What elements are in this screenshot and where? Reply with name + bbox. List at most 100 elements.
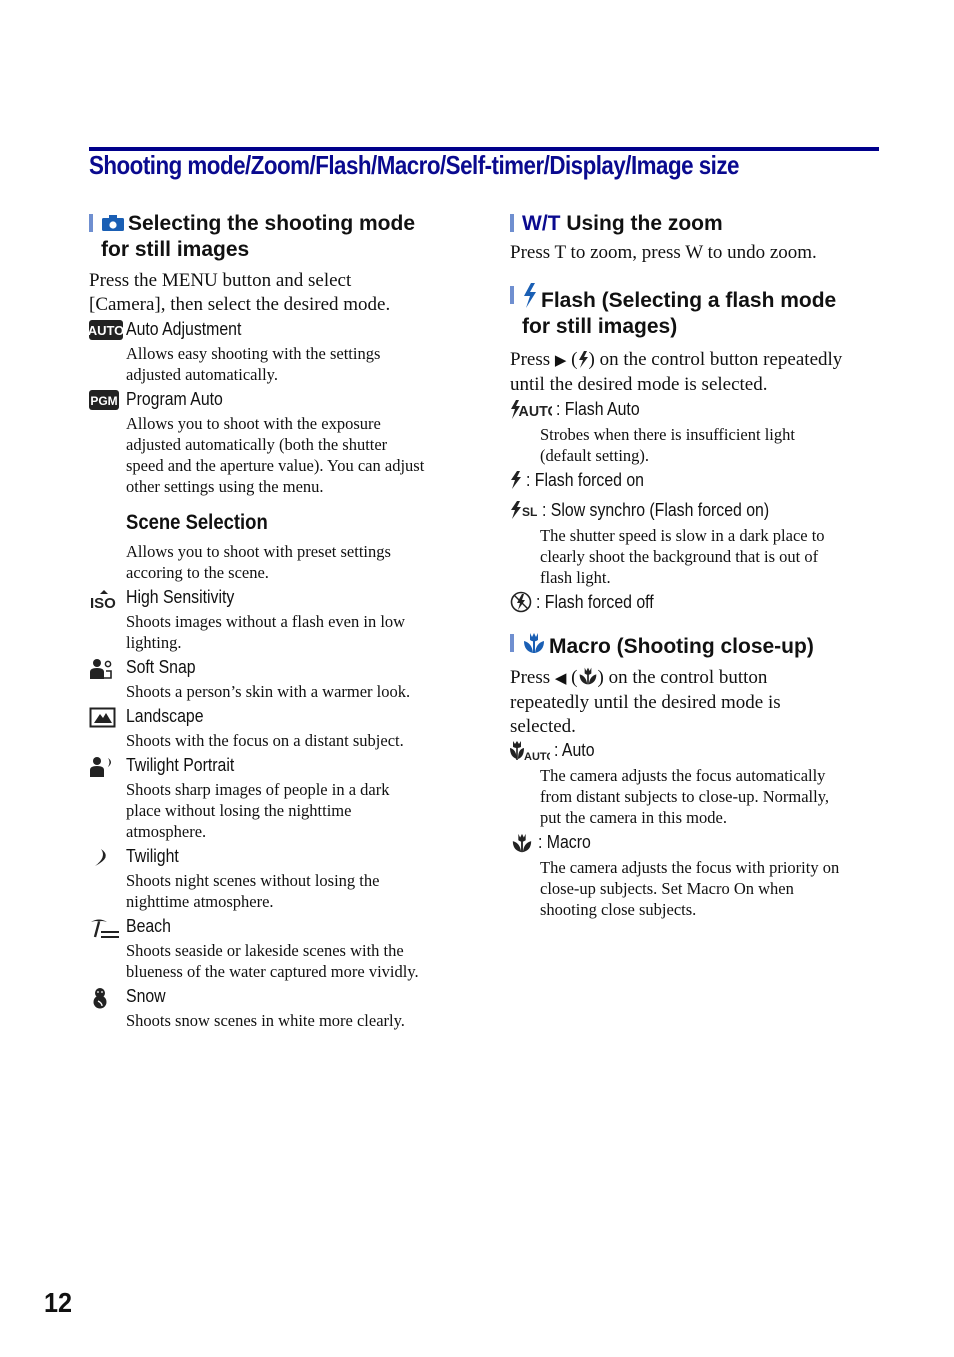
desc-line: Shoots sharp images of people in a dark xyxy=(126,780,390,799)
landscape-icon xyxy=(89,707,121,728)
desc-line: The shutter speed is slow in a dark plac… xyxy=(540,525,825,545)
desc-line: Allows you to shoot with preset settings xyxy=(126,542,391,561)
section-bar xyxy=(510,633,514,652)
flash-intro: Press ▶ () on the control button repeate… xyxy=(510,348,843,396)
shooting-mode-heading: Selecting the shooting mode for still im… xyxy=(89,211,464,263)
camera-icon xyxy=(101,214,125,232)
desc-line: Shoots snow scenes in white more clearly… xyxy=(126,1011,405,1030)
left-arrow-icon: ◀ xyxy=(554,670,567,687)
macro-mode-on: : Macro xyxy=(510,831,882,855)
macro-glyph-icon xyxy=(578,666,598,686)
desc-line: Shoots with the focus on a distant subje… xyxy=(126,731,404,750)
high-iso-icon: ISO xyxy=(89,588,121,610)
heading-text-line2: for still images) xyxy=(522,314,678,338)
intro-line: [Camera], then select the desired mode. xyxy=(89,293,391,315)
page-number: 12 xyxy=(44,1287,73,1318)
scene-label: Twilight Portrait xyxy=(126,755,235,775)
flash-on-icon xyxy=(510,471,522,489)
heading-text: Flash (Selecting a flash mode xyxy=(541,288,837,312)
mode-label: Auto Adjustment xyxy=(126,319,242,339)
desc-line: Shoots a person’s skin with a warmer loo… xyxy=(126,682,411,701)
desc-line: from distant subjects to close-up. Norma… xyxy=(540,787,829,806)
flash-mode-off: : Flash forced off xyxy=(510,591,882,615)
intro-line: until the desired mode is selected. xyxy=(510,374,768,395)
mode-auto-adjustment: AUTO Auto Adjustment xyxy=(89,318,464,342)
scene-desc: Shoots with the focus on a distant subje… xyxy=(126,730,464,751)
scene-desc: Shoots images without a flash even in lo… xyxy=(126,611,464,653)
mode-label: Program Auto xyxy=(126,389,223,409)
intro-rest: on the control button repeatedly xyxy=(599,348,843,370)
macro-mode-auto: AUTO : Auto xyxy=(510,739,882,763)
macro-heading: Macro (Shooting close-up) xyxy=(510,631,882,660)
desc-line: clearly shoot the background that is out… xyxy=(540,546,819,566)
mode-desc: Allows you to shoot with the exposure ad… xyxy=(126,413,464,497)
scene-soft-snap: Soft Snap xyxy=(89,656,464,680)
scene-beach: Beach xyxy=(89,915,464,939)
scene-selection-desc: Allows you to shoot with preset settings… xyxy=(126,541,464,583)
scene-desc: Shoots night scenes without losing the n… xyxy=(126,870,464,912)
desc-line: Shoots images without a flash even in lo… xyxy=(126,612,406,631)
desc-line: close-up subjects. Set Macro On when xyxy=(540,879,794,898)
desc-line: shooting close subjects. xyxy=(540,900,697,919)
mode-desc: Allows easy shooting with the settings a… xyxy=(126,343,464,385)
zoom-heading: W/T Using the zoom xyxy=(510,211,882,237)
svg-text:AUTO: AUTO xyxy=(519,404,552,419)
slow-synchro-icon: SL xyxy=(510,501,538,519)
desc-line: adjusted automatically (both the shutter xyxy=(126,435,388,454)
flash-auto-icon: AUTO xyxy=(510,399,552,419)
scene-label: Landscape xyxy=(126,706,204,726)
desc-line: nighttime atmosphere. xyxy=(126,892,274,911)
section-bar xyxy=(510,214,514,232)
scene-desc: Shoots seaside or lakeside scenes with t… xyxy=(126,940,464,982)
scene-desc: Shoots snow scenes in white more clearly… xyxy=(126,1010,464,1031)
flash-glyph-icon xyxy=(578,350,589,368)
macro-auto-icon: AUTO xyxy=(510,740,550,762)
desc-line: blueness of the water captured more vivi… xyxy=(126,962,419,981)
flash-icon xyxy=(522,282,538,309)
intro-line: repeatedly until the desired mode is xyxy=(510,692,781,713)
desc-line: accoring to the scene. xyxy=(126,563,269,582)
mode-program-auto: PGM Program Auto xyxy=(89,388,464,412)
twilight-portrait-icon xyxy=(89,756,121,777)
macro-on-icon xyxy=(510,832,534,854)
heading-text: Using the zoom xyxy=(566,212,723,235)
svg-text:PGM: PGM xyxy=(90,394,117,408)
macro-intro: Press ◀ () on the control button repeate… xyxy=(510,666,781,737)
scene-selection-heading: Scene Selection xyxy=(126,511,268,534)
beach-icon xyxy=(89,917,121,938)
flash-mode-slow-synchro: SL : Slow synchro (Flash forced on) xyxy=(510,499,882,523)
scene-twilight: Twilight xyxy=(89,845,464,869)
scene-desc: Shoots sharp images of people in a dark … xyxy=(126,779,464,842)
auto-icon: AUTO xyxy=(89,320,123,340)
desc-line: Shoots seaside or lakeside scenes with t… xyxy=(126,941,404,960)
heading-text: Selecting the shooting mode xyxy=(128,212,416,235)
soft-snap-icon xyxy=(89,658,121,679)
intro-press: Press xyxy=(510,666,551,688)
heading-text: Macro (Shooting close-up) xyxy=(549,634,814,658)
macro-icon xyxy=(522,631,546,655)
flash-off-icon xyxy=(510,591,532,613)
svg-text:SL: SL xyxy=(522,505,537,519)
intro-press: Press xyxy=(510,348,551,370)
section-bar xyxy=(510,285,514,304)
desc-line: Allows you to shoot with the exposure xyxy=(126,414,381,433)
intro-line: selected. xyxy=(510,715,576,737)
pgm-icon: PGM xyxy=(89,390,121,410)
twilight-icon xyxy=(89,847,121,867)
desc-line: flash light. xyxy=(540,567,611,587)
scene-twilight-portrait: Twilight Portrait xyxy=(89,754,464,778)
desc-line: Strobes when there is insufficient light xyxy=(540,424,795,444)
desc-line: speed and the aperture value). You can a… xyxy=(126,456,425,475)
scene-label: High Sensitivity xyxy=(126,587,235,607)
scene-high-sensitivity: ISO High Sensitivity xyxy=(89,586,464,610)
macro-mode-label: : Macro xyxy=(538,832,591,852)
desc-line: The camera adjusts the focus with priori… xyxy=(540,858,840,877)
desc-line: The camera adjusts the focus automatical… xyxy=(540,766,826,785)
desc-line: other settings using the menu. xyxy=(126,477,324,496)
left-column: Selecting the shooting mode for still im… xyxy=(89,211,464,1034)
section-bar xyxy=(89,214,93,232)
desc-line: adjusted automatically. xyxy=(126,365,278,384)
scene-label: Twilight xyxy=(126,846,179,866)
scene-desc: Shoots a person’s skin with a warmer loo… xyxy=(126,681,464,702)
flash-mode-label: : Slow synchro (Flash forced on) xyxy=(542,499,770,520)
